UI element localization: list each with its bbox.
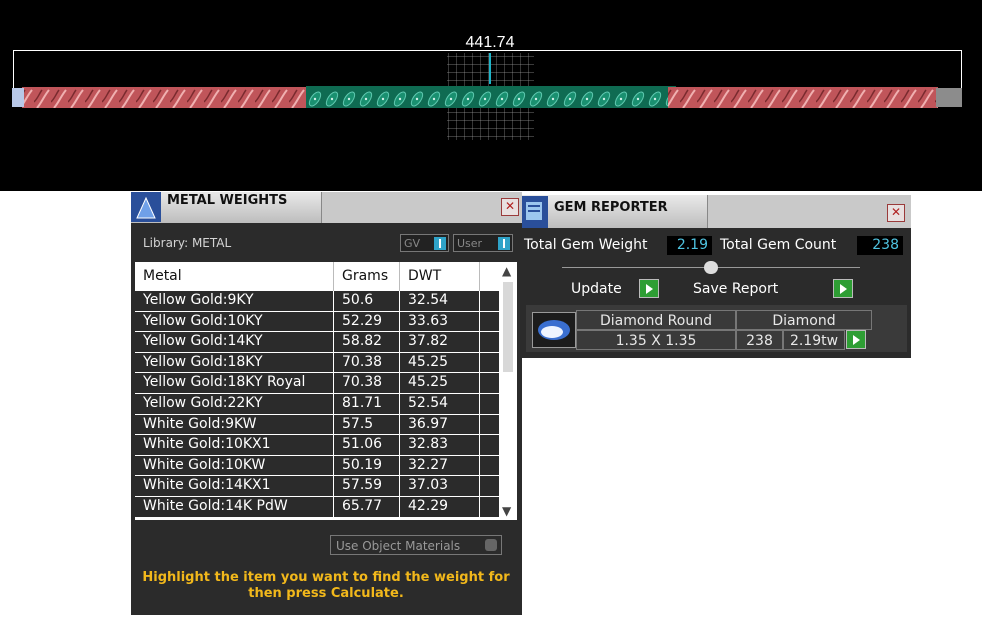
scroll-down-icon[interactable]: ▼: [502, 504, 511, 518]
gem-reporter-panel: GEM REPORTER ✕ Total Gem Weight 2.19 Tot…: [522, 195, 911, 358]
table-row[interactable]: White Gold:10KW 50.19 32.27: [135, 455, 499, 477]
clasp-left[interactable]: [12, 88, 24, 107]
total-gem-count-label: Total Gem Count: [720, 237, 837, 253]
dwt-value: 32.83: [400, 435, 480, 456]
dwt-value: 42.29: [400, 496, 480, 517]
chain-section-center-gems[interactable]: [306, 86, 676, 108]
gv-toggle[interactable]: GV: [400, 234, 449, 252]
dwt-value: 37.03: [400, 476, 480, 497]
hint-text: Highlight the item you want to find the …: [142, 570, 510, 601]
3d-viewport[interactable]: 441.74: [0, 0, 982, 191]
grams-value: 51.06: [334, 435, 400, 456]
metal-table-body: Yellow Gold:9KY 50.6 32.54 Yellow Gold:10KY…: [135, 291, 499, 518]
gv-toggle-label: GV: [404, 237, 421, 250]
gem-select-play-icon[interactable]: [846, 330, 866, 349]
grams-value: 58.82: [334, 332, 400, 353]
gem-size: 1.35 X 1.35: [576, 330, 736, 350]
dwt-value: 45.25: [400, 352, 480, 373]
grams-value: 52.29: [334, 311, 400, 332]
metal-table-scrollbar[interactable]: ▲ ▼: [499, 262, 517, 520]
user-toggle-label: User: [457, 237, 483, 250]
gem-reporter-close-icon[interactable]: ✕: [887, 204, 905, 222]
metal-weights-close-icon[interactable]: ✕: [501, 198, 519, 216]
metal-name: White Gold:9KW: [135, 414, 334, 435]
gem-list-item[interactable]: Diamond Round Diamond 1.35 X 1.35 238 2.…: [526, 305, 907, 352]
gem-material: Diamond: [736, 310, 872, 330]
grams-value: 70.38: [334, 352, 400, 373]
table-row[interactable]: Yellow Gold:22KY 81.71 52.54: [135, 393, 499, 415]
dwt-value: 32.54: [400, 291, 480, 311]
table-row[interactable]: Yellow Gold:9KY 50.6 32.54: [135, 291, 499, 312]
metal-table-header: Metal Grams DWT: [135, 262, 499, 291]
save-report-label[interactable]: Save Report: [691, 279, 778, 299]
metal-weights-icon: [131, 192, 161, 222]
metal-table[interactable]: Metal Grams DWT Yellow Gold:9KY 50.6 32.54…: [135, 262, 517, 520]
table-row[interactable]: White Gold:14K PdW 65.77 42.29: [135, 496, 499, 518]
diamond-thumbnail: [532, 312, 576, 348]
table-row[interactable]: Yellow Gold:10KY 52.29 33.63: [135, 311, 499, 333]
gem-count: 238: [736, 330, 783, 350]
dwt-value: 36.97: [400, 414, 480, 435]
dwt-value: 45.25: [400, 373, 480, 394]
grams-value: 81.71: [334, 393, 400, 414]
metal-name: Yellow Gold:18KY Royal: [135, 373, 334, 394]
total-gem-weight-value: 2.19: [667, 236, 712, 255]
gem-weight: 2.19tw: [783, 330, 845, 350]
table-row[interactable]: White Gold:10KX1 51.06 32.83: [135, 435, 499, 456]
metal-weights-tab[interactable]: METAL WEIGHTS: [131, 192, 322, 223]
metal-name: Yellow Gold:9KY: [135, 291, 334, 311]
chain-section-left[interactable]: [22, 87, 314, 108]
table-row[interactable]: White Gold:9KW 57.5 36.97: [135, 414, 499, 436]
dwt-value: 33.63: [400, 311, 480, 332]
column-header-metal[interactable]: Metal: [135, 262, 334, 291]
grams-value: 50.19: [334, 455, 400, 476]
grams-value: 57.5: [334, 414, 400, 435]
metal-name: Yellow Gold:14KY: [135, 332, 334, 353]
scroll-up-icon[interactable]: ▲: [502, 264, 511, 278]
total-gem-count-value: 238: [857, 236, 903, 255]
metal-name: White Gold:10KX1: [135, 435, 334, 456]
metal-weights-titlebar: METAL WEIGHTS ✕: [131, 192, 522, 223]
total-gem-weight-label: Total Gem Weight: [524, 237, 648, 253]
dwt-value: 52.54: [400, 393, 480, 414]
gem-reporter-tab[interactable]: GEM REPORTER: [522, 195, 708, 228]
metal-name: Yellow Gold:18KY: [135, 352, 334, 373]
save-report-play-icon[interactable]: [833, 279, 853, 298]
update-play-icon[interactable]: [639, 279, 659, 298]
grams-value: 65.77: [334, 496, 400, 517]
gem-reporter-titlebar: GEM REPORTER ✕: [522, 195, 911, 228]
use-object-materials-toggle[interactable]: Use Object Materials: [330, 535, 502, 555]
grams-value: 70.38: [334, 373, 400, 394]
table-row[interactable]: Yellow Gold:18KY 70.38 45.25: [135, 352, 499, 374]
metal-name: Yellow Gold:22KY: [135, 393, 334, 414]
chain-section-right[interactable]: [668, 87, 938, 108]
radio-icon: [485, 539, 497, 551]
splitter-handle[interactable]: [704, 261, 718, 274]
clasp-right[interactable]: [936, 88, 962, 107]
metal-weights-title: METAL WEIGHTS: [167, 193, 288, 208]
gem-shape: Diamond Round: [576, 310, 736, 330]
update-label[interactable]: Update: [569, 279, 622, 299]
metal-name: White Gold:14K PdW: [135, 496, 334, 517]
library-label: Library: METAL: [143, 236, 232, 250]
table-row[interactable]: Yellow Gold:14KY 58.82 37.82: [135, 332, 499, 353]
metal-name: Yellow Gold:10KY: [135, 311, 334, 332]
chain-model[interactable]: [0, 0, 982, 191]
use-object-materials-label: Use Object Materials: [336, 539, 461, 553]
scroll-thumb[interactable]: [503, 282, 513, 372]
grams-value: 57.59: [334, 476, 400, 497]
user-toggle[interactable]: User: [453, 234, 513, 252]
gem-reporter-title: GEM REPORTER: [554, 200, 668, 215]
table-row[interactable]: Yellow Gold:18KY Royal 70.38 45.25: [135, 373, 499, 394]
dwt-value: 37.82: [400, 332, 480, 353]
metal-name: White Gold:14KX1: [135, 476, 334, 497]
table-row[interactable]: White Gold:14KX1 57.59 37.03: [135, 476, 499, 497]
metal-weights-panel: METAL WEIGHTS ✕ Library: METAL GV User M…: [131, 192, 522, 615]
metal-name: White Gold:10KW: [135, 455, 334, 476]
column-header-dwt[interactable]: DWT: [400, 262, 480, 291]
gem-reporter-icon: [522, 196, 548, 228]
column-header-grams[interactable]: Grams: [334, 262, 400, 291]
grams-value: 50.6: [334, 291, 400, 311]
dwt-value: 32.27: [400, 455, 480, 476]
